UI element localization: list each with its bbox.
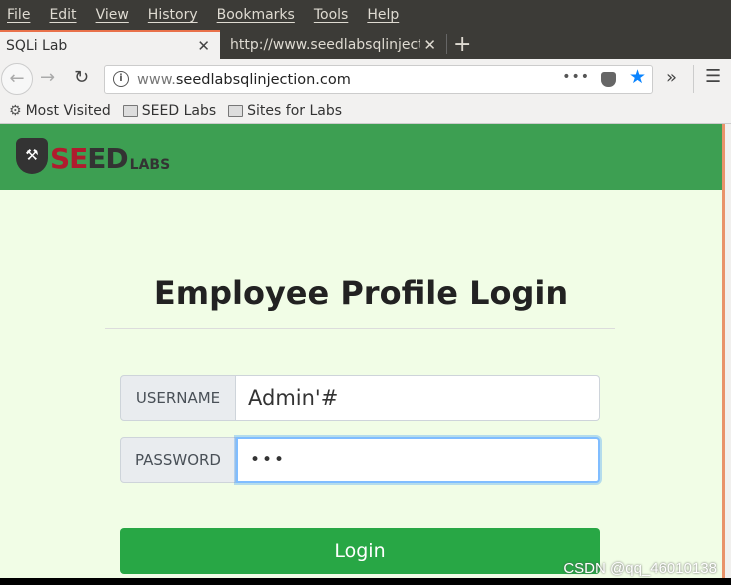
scrollbar[interactable]: [722, 124, 731, 578]
shield-tools-icon: ⚒: [16, 138, 48, 174]
bookmark-label: Sites for Labs: [247, 103, 343, 119]
menu-file[interactable]: File: [7, 7, 30, 23]
page-title: Employee Profile Login: [153, 274, 569, 312]
tab-sqli-lab[interactable]: SQLi Lab ✕: [0, 30, 220, 59]
close-tab-icon[interactable]: ✕: [423, 36, 436, 54]
back-arrow-icon[interactable]: ←: [1, 63, 33, 95]
menu-bookmarks[interactable]: Bookmarks: [217, 7, 295, 23]
tab-seedlabs-url[interactable]: http://www.seedlabsqlinjection.com/✕: [230, 30, 440, 59]
login-button[interactable]: Login: [120, 528, 600, 574]
divider: [105, 328, 615, 329]
watermark: CSDN @qq_46010138: [563, 560, 717, 577]
forward-arrow-icon[interactable]: →: [40, 67, 55, 88]
menu-edit[interactable]: Edit: [49, 7, 76, 23]
menu-bar: File Edit View History Bookmarks Tools H…: [0, 0, 731, 30]
menu-tools[interactable]: Tools: [314, 7, 349, 23]
tab-label: http://www.seedlabsqlinjection.com/: [230, 36, 420, 53]
gear-icon: ⚙: [9, 103, 22, 119]
menu-view[interactable]: View: [96, 7, 129, 23]
url-prefix: www.: [137, 71, 176, 88]
page-content: ⚒ SEED LABS Employee Profile Login USERNA…: [0, 124, 722, 578]
info-icon[interactable]: i: [113, 71, 129, 87]
folder-icon: [228, 105, 244, 117]
url-bar[interactable]: i www. seedlabsqlinjection.com ••• ★: [104, 65, 653, 94]
logo-labs: LABS: [129, 157, 171, 173]
bookmark-label: Most Visited: [25, 103, 111, 119]
password-input[interactable]: •••: [236, 437, 600, 483]
username-label: USERNAME: [120, 375, 236, 421]
password-label: PASSWORD: [120, 437, 236, 483]
bookmark-seed-labs[interactable]: SEED Labs: [122, 103, 217, 119]
overflow-chevron-icon[interactable]: »: [666, 67, 677, 88]
menu-help[interactable]: Help: [367, 7, 399, 23]
bookmark-most-visited[interactable]: ⚙ Most Visited: [9, 103, 111, 119]
bookmark-sites-for-labs[interactable]: Sites for Labs: [228, 103, 342, 119]
nav-bar: ← → ↻ i www. seedlabsqlinjection.com ••• …: [0, 59, 731, 99]
new-tab-icon[interactable]: +: [453, 32, 471, 57]
bookmark-star-icon[interactable]: ★: [629, 66, 646, 88]
username-input[interactable]: Admin'#: [236, 375, 600, 421]
logo-seed: SEED: [50, 142, 129, 175]
hamburger-menu-icon[interactable]: ☰: [705, 66, 721, 87]
more-actions-icon[interactable]: •••: [562, 69, 590, 85]
seed-labs-logo[interactable]: ⚒ SEED LABS: [16, 138, 170, 174]
url-domain: seedlabsqlinjection.com: [175, 71, 351, 88]
tab-label: SQLi Lab: [6, 37, 68, 54]
site-header: ⚒ SEED LABS: [0, 124, 722, 190]
tab-bar: SQLi Lab ✕ http://www.seedlabsqlinjection…: [0, 30, 731, 59]
menu-history[interactable]: History: [148, 7, 198, 23]
reload-icon[interactable]: ↻: [74, 67, 89, 88]
close-tab-icon[interactable]: ✕: [197, 37, 210, 55]
pocket-icon[interactable]: [601, 72, 616, 87]
bookmarks-bar: ⚙ Most Visited SEED Labs Sites for Labs: [0, 99, 731, 124]
divider: [446, 34, 447, 54]
divider: [693, 65, 694, 93]
password-group: PASSWORD •••: [120, 437, 600, 483]
bookmark-label: SEED Labs: [141, 103, 217, 119]
folder-icon: [122, 105, 138, 117]
username-group: USERNAME Admin'#: [120, 375, 600, 421]
